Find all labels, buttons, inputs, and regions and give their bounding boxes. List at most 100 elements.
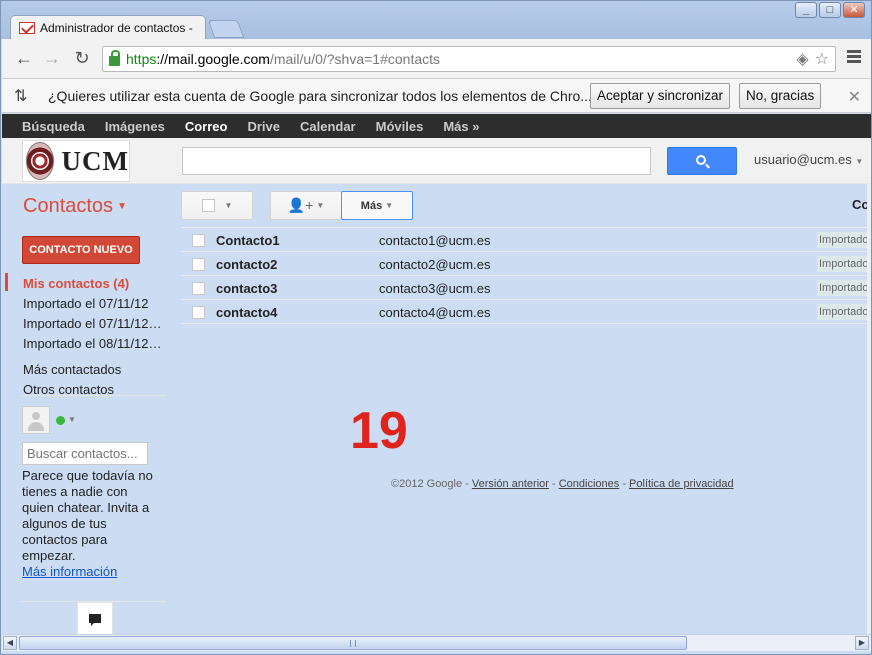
app-header: UCM usuario@ucm.es ▼ — [2, 138, 871, 184]
infobar-message: ¿Quieres utilizar esta cuenta de Google … — [48, 88, 592, 104]
privacy-link[interactable]: Política de privacidad — [629, 478, 734, 490]
back-arrow-icon[interactable]: ← — [14, 49, 34, 69]
ucm-logo[interactable]: UCM — [22, 140, 130, 182]
address-bar[interactable]: https://mail.google.com/mail/u/0/?shva=1… — [102, 46, 836, 72]
online-status-icon[interactable] — [56, 416, 65, 425]
scroll-right-icon[interactable]: ▶ — [855, 636, 869, 650]
decline-sync-button[interactable]: No, gracias — [739, 83, 822, 109]
reload-icon[interactable]: ↻ — [72, 49, 92, 69]
group-label[interactable]: Importado — [817, 280, 871, 296]
caret-down-icon: ▼ — [117, 201, 127, 213]
sidebar-item-imported-3[interactable]: Importado el 08/11/12… — [23, 336, 162, 351]
contact-name[interactable]: contacto2 — [216, 257, 277, 272]
table-row[interactable]: Contacto1 contacto1@ucm.es Importado — [181, 228, 871, 252]
more-actions-button[interactable]: Más ▼ — [341, 191, 413, 220]
contact-name[interactable]: contacto4 — [216, 305, 277, 320]
ucm-crest-icon — [26, 142, 54, 180]
contact-name[interactable]: Contacto1 — [216, 233, 280, 248]
more-info-link[interactable]: Más información — [22, 564, 154, 580]
chat-empty-message: Parece que todavía no tienes a nadie con… — [22, 468, 154, 580]
chat-bubble-icon[interactable] — [77, 602, 113, 634]
avatar[interactable] — [22, 406, 50, 434]
vertical-scrollbar[interactable] — [867, 184, 871, 634]
select-checkbox-menu[interactable]: ▼ — [181, 191, 253, 220]
contact-email: contacto2@ucm.es — [379, 257, 491, 272]
new-tab-button[interactable] — [207, 20, 245, 38]
table-row[interactable]: contacto3 contacto3@ucm.es Importado — [181, 276, 871, 300]
url-path: /mail/u/0/?shva=1#contacts — [269, 51, 441, 67]
account-switcher[interactable]: usuario@ucm.es ▼ — [754, 152, 863, 167]
contact-email: contacto3@ucm.es — [379, 281, 491, 296]
tab-title: Administrador de contactos - — [40, 20, 193, 35]
chat-search-input[interactable] — [22, 442, 148, 465]
app-title: Contactos — [23, 195, 114, 217]
minimize-button[interactable]: _ — [795, 2, 817, 18]
more-label: Más — [360, 199, 383, 212]
new-contact-button[interactable]: CONTACTO NUEVO — [22, 236, 140, 264]
app-switcher-contacts[interactable]: Contactos ▼ — [23, 195, 127, 218]
table-row[interactable]: contacto4 contacto4@ucm.es Importado — [181, 300, 871, 324]
tab-strip: Administrador de contactos - _ □ ✕ — [1, 1, 871, 39]
gbar-drive[interactable]: Drive — [247, 119, 280, 134]
sync-arrows-icon: ⇅ — [14, 88, 28, 105]
active-indicator — [5, 273, 8, 291]
infobar-close-icon[interactable]: ✕ — [848, 87, 861, 107]
search-icon — [696, 155, 706, 165]
step-number-overlay: 19 — [350, 402, 408, 460]
mail-search-input[interactable] — [182, 147, 651, 175]
row-checkbox[interactable] — [192, 306, 205, 319]
gmail-favicon-icon — [19, 21, 35, 34]
gbar-search[interactable]: Búsqueda — [22, 119, 85, 134]
chevron-down-icon: ▼ — [316, 201, 325, 210]
chevron-down-icon[interactable]: ▼ — [68, 415, 76, 424]
gbar-images[interactable]: Imágenes — [105, 119, 165, 134]
sidebar-divider — [21, 395, 166, 396]
chevron-down-icon: ▼ — [224, 201, 233, 210]
terms-link[interactable]: Condiciones — [559, 478, 620, 490]
browser-toolbar: ← → ↻ https://mail.google.com/mail/u/0/?… — [2, 39, 871, 79]
gbar-more[interactable]: Más » — [443, 119, 479, 134]
horizontal-scrollbar[interactable]: ◀ ▶ — [2, 634, 871, 651]
row-checkbox[interactable] — [192, 258, 205, 271]
sidebar-item-most-contacted[interactable]: Más contactados — [23, 362, 121, 377]
row-checkbox[interactable] — [192, 234, 205, 247]
scrollbar-thumb[interactable] — [19, 636, 687, 650]
translate-icon[interactable]: ◈ — [796, 49, 808, 69]
browser-tab[interactable]: Administrador de contactos - — [10, 15, 206, 39]
forward-arrow-icon[interactable]: → — [42, 49, 62, 69]
page-footer: ©2012 Google - Versión anterior - Condic… — [391, 478, 734, 490]
group-label[interactable]: Importado — [817, 232, 871, 248]
lock-icon — [109, 50, 120, 66]
chrome-menu-icon[interactable] — [847, 50, 861, 65]
url-host: ://mail.google.com — [156, 51, 270, 67]
sidebar-item-imported-2[interactable]: Importado el 07/11/12… — [23, 316, 162, 331]
sidebar-item-my-contacts[interactable]: Mis contactos (4) — [23, 276, 129, 291]
select-all-checkbox[interactable] — [201, 199, 215, 212]
table-row[interactable]: contacto2 contacto2@ucm.es Importado — [181, 252, 871, 276]
contact-email: contacto4@ucm.es — [379, 305, 491, 320]
chat-help-text: Parece que todavía no tienes a nadie con… — [22, 468, 153, 563]
gbar-mail[interactable]: Correo — [185, 119, 228, 134]
contact-email: contacto1@ucm.es — [379, 233, 491, 248]
group-label[interactable]: Importado — [817, 256, 871, 272]
sync-infobar: ⇅ ¿Quieres utilizar esta cuenta de Googl… — [2, 79, 871, 113]
group-label[interactable]: Importado — [817, 304, 871, 320]
gbar-calendar[interactable]: Calendar — [300, 119, 356, 134]
scroll-left-icon[interactable]: ◀ — [3, 636, 17, 650]
gbar-mobile[interactable]: Móviles — [376, 119, 424, 134]
contact-name[interactable]: contacto3 — [216, 281, 277, 296]
sidebar-item-imported-1[interactable]: Importado el 07/11/12 — [23, 296, 149, 311]
copyright-text: ©2012 Google — [391, 478, 463, 490]
accept-sync-button[interactable]: Aceptar y sincronizar — [590, 83, 731, 109]
google-bar: Búsqueda Imágenes Correo Drive Calendar … — [2, 114, 871, 138]
bookmark-star-icon[interactable]: ☆ — [815, 49, 829, 69]
maximize-button[interactable]: □ — [819, 2, 841, 18]
row-checkbox[interactable] — [192, 282, 205, 295]
chevron-down-icon: ▼ — [855, 157, 864, 166]
account-email: usuario@ucm.es — [754, 152, 852, 167]
url-scheme: https — [126, 51, 157, 67]
close-window-button[interactable]: ✕ — [843, 2, 865, 18]
old-version-link[interactable]: Versión anterior — [472, 478, 549, 490]
add-to-group-button[interactable]: 👤+ ▼ — [270, 191, 342, 220]
search-button[interactable] — [667, 147, 737, 175]
